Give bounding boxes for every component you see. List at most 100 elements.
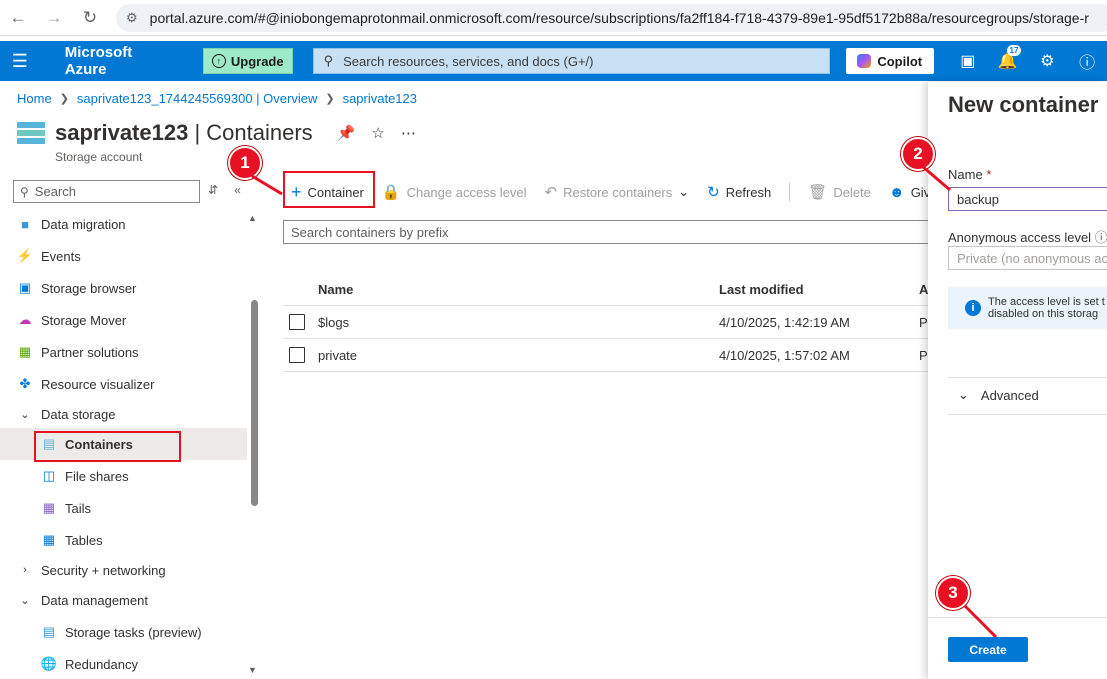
sidebar-item-redundancy[interactable]: 🌐 Redundancy: [0, 648, 247, 679]
sidebar-group-security-networking[interactable]: › Security + networking: [0, 556, 247, 584]
toolbar-divider: [789, 183, 791, 201]
sidebar-item-data-migration[interactable]: ■ Data migration: [0, 208, 247, 240]
sidebar-item-partner-solutions[interactable]: ▦ Partner solutions: [0, 336, 247, 368]
storage-tasks-icon: ▤: [42, 624, 56, 639]
refresh-icon: ↻: [707, 184, 720, 201]
breadcrumb-resource-group[interactable]: saprivate123_1744245569300 | Overview: [77, 91, 317, 106]
delete-button[interactable]: 🗑 Delete: [808, 183, 871, 201]
sidebar-item-storage-tasks[interactable]: ▤ Storage tasks (preview): [0, 616, 247, 648]
sort-icon[interactable]: ⇵: [208, 183, 218, 197]
back-arrow-icon[interactable]: ←: [0, 0, 36, 36]
sidebar-item-tails[interactable]: ▦ Tails: [0, 492, 247, 524]
sidebar-item-label: File shares: [65, 468, 129, 484]
sidebar-item-storage-mover[interactable]: ☁ Storage Mover: [0, 304, 247, 336]
storage-account-icon: [17, 122, 45, 144]
annotation-highlight-add-container: [283, 171, 375, 208]
annotation-badge-1: 1: [228, 146, 262, 180]
undo-icon: ↶: [544, 184, 558, 201]
upgrade-button[interactable]: ↑ Upgrade: [202, 48, 293, 74]
table-row[interactable]: $logs 4/10/2025, 1:42:19 AM P: [283, 306, 943, 339]
row-checkbox[interactable]: [289, 347, 305, 363]
forward-arrow-icon[interactable]: →: [36, 0, 72, 36]
breadcrumb: Home ❯ saprivate123_1744245569300 | Over…: [17, 91, 417, 106]
delete-label: Delete: [833, 184, 871, 200]
row-checkbox[interactable]: [289, 314, 305, 330]
refresh-button[interactable]: ↻ Refresh: [707, 183, 771, 201]
info-icon[interactable]: ⓘ: [1095, 230, 1107, 245]
global-search-input[interactable]: ⚲ Search resources, services, and docs (…: [312, 48, 830, 74]
cloud-shell-icon[interactable]: ▣: [948, 41, 988, 81]
site-settings-icon[interactable]: ⚙: [126, 10, 138, 26]
sidebar-item-label: Storage Mover: [41, 312, 127, 328]
events-icon: ⚡: [16, 248, 34, 263]
data-migration-icon: ■: [21, 216, 29, 232]
container-last-modified: 4/10/2025, 1:57:02 AM: [719, 347, 850, 363]
sidebar-item-tables[interactable]: ▦ Tables: [0, 524, 247, 556]
scroll-down-arrow-icon[interactable]: ▼: [248, 665, 257, 675]
divider: [948, 377, 1107, 378]
container-prefix-search-input[interactable]: Search containers by prefix: [283, 220, 943, 244]
container-name-input[interactable]: backup: [948, 187, 1107, 211]
restore-containers-button[interactable]: ↶ Restore containers ⌄: [545, 183, 690, 201]
sidebar-item-storage-browser[interactable]: ▣ Storage browser: [0, 272, 247, 304]
annotation-badge-2: 2: [901, 137, 935, 171]
sidebar-item-label: Resource visualizer: [41, 376, 155, 392]
tables-icon: ▦: [42, 532, 56, 547]
sidebar-search-input[interactable]: ⚲ Search: [13, 180, 200, 203]
advanced-section-toggle[interactable]: ⌄ Advanced: [958, 387, 1039, 403]
sidebar-scrollbar[interactable]: [251, 300, 258, 506]
sidebar-item-file-shares[interactable]: ◫ File shares: [0, 460, 247, 492]
sidebar-item-resource-visualizer[interactable]: ✤ Resource visualizer: [0, 368, 247, 400]
command-bar: + Container 🔒 Change access level ↶ Rest…: [283, 180, 937, 204]
chevron-down-icon: ⌄: [20, 408, 30, 421]
row-check-cell: [283, 314, 318, 330]
container-last-modified: 4/10/2025, 1:42:19 AM: [719, 314, 850, 330]
favorite-star-icon[interactable]: ☆: [371, 124, 384, 142]
column-header-last-modified[interactable]: Last modified: [719, 282, 919, 297]
divider: [948, 414, 1107, 415]
sidebar-item-label: Redundancy: [65, 656, 138, 672]
container-name[interactable]: $logs: [318, 315, 719, 330]
access-level-dropdown[interactable]: Private (no anonymous access): [948, 246, 1107, 270]
browser-toolbar: ← → ↻ ⚙ portal.azure.com/#@iniobongemapr…: [0, 0, 1107, 36]
sidebar-item-events[interactable]: ⚡ Events: [0, 240, 247, 272]
address-bar[interactable]: ⚙ portal.azure.com/#@iniobongemaprotonma…: [116, 4, 1107, 32]
title-actions: 📌 ☆ ⋯: [337, 124, 416, 142]
reload-icon[interactable]: ↻: [72, 0, 108, 36]
breadcrumb-storage-account[interactable]: saprivate123: [343, 91, 417, 106]
advanced-label: Advanced: [980, 387, 1039, 403]
settings-gear-icon[interactable]: ⚙: [1027, 41, 1067, 81]
column-header-name[interactable]: Name: [318, 282, 719, 297]
info-line-1: The access level is set t: [988, 296, 1105, 308]
sidebar-group-data-storage[interactable]: ⌄ Data storage: [0, 400, 247, 428]
collapse-sidebar-icon[interactable]: «: [234, 183, 241, 197]
chevron-down-icon: ⌄: [678, 184, 690, 199]
table-row[interactable]: private 4/10/2025, 1:57:02 AM P: [283, 339, 943, 372]
brand-title[interactable]: Microsoft Azure: [65, 44, 177, 78]
breadcrumb-home[interactable]: Home: [17, 91, 52, 106]
scroll-up-arrow-icon[interactable]: ▲: [248, 213, 257, 223]
help-icon[interactable]: ⓘ: [1067, 41, 1107, 81]
change-access-level-button[interactable]: 🔒 Change access level: [382, 183, 527, 201]
search-icon: ⚲: [323, 53, 334, 68]
sidebar-item-label: Tables: [65, 532, 103, 548]
upgrade-arrow-icon: ↑: [211, 54, 226, 68]
page-title: saprivate123 | Containers: [55, 120, 313, 145]
copilot-button[interactable]: Copilot: [845, 48, 934, 74]
create-button[interactable]: Create: [948, 637, 1028, 662]
annotation-highlight-containers: [34, 431, 181, 462]
more-options-icon[interactable]: ⋯: [401, 124, 416, 142]
menu-icon[interactable]: ☰: [0, 41, 40, 81]
resource-visualizer-icon: ✤: [19, 376, 31, 391]
container-name[interactable]: private: [318, 348, 719, 363]
page-subtitle: Storage account: [55, 150, 143, 164]
sidebar-search-placeholder: Search: [34, 184, 76, 199]
chevron-right-icon: ❯: [59, 93, 69, 105]
pin-icon[interactable]: 📌: [337, 124, 356, 142]
sidebar-group-data-management[interactable]: ⌄ Data management: [0, 584, 247, 616]
file-shares-icon: ◫: [42, 468, 56, 483]
lock-icon: 🔒: [381, 184, 401, 201]
access-level-label: Anonymous access level ⓘ: [948, 230, 1107, 245]
notifications-bell-icon[interactable]: 🔔 17: [988, 41, 1028, 81]
partner-solutions-icon: ▦: [18, 344, 32, 359]
